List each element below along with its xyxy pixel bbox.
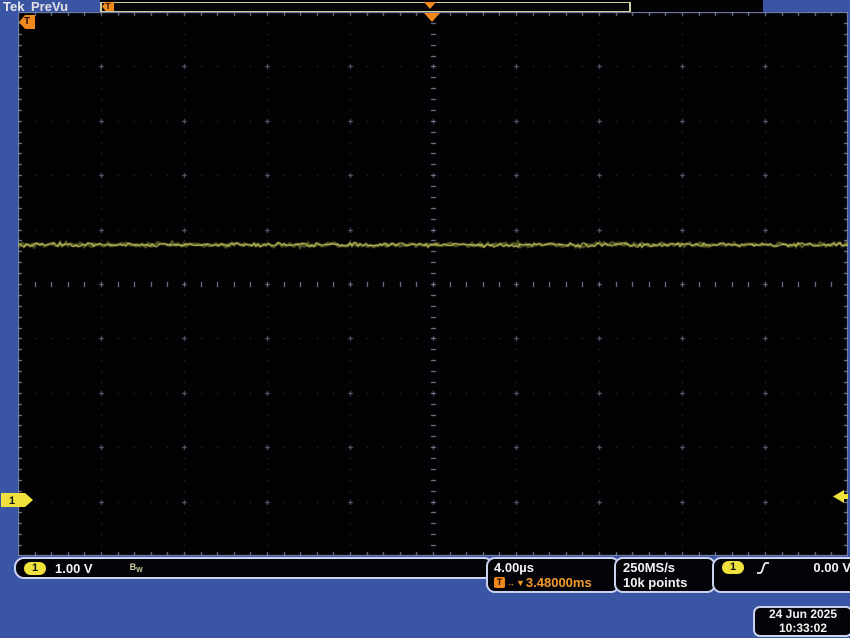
trigger-source-badge: 1	[722, 561, 744, 574]
horizontal-scale: 4.00µs	[494, 560, 612, 575]
record-bar-window-marker-icon[interactable]	[424, 2, 436, 9]
channel1-scale: 1.00 V	[55, 561, 93, 576]
graticule-display	[18, 12, 848, 556]
record-view-bar[interactable]	[100, 2, 631, 12]
channel1-ground-marker-icon[interactable]: 1	[1, 493, 34, 507]
trigger-delay-value: 3.48000ms	[526, 575, 592, 590]
trigger-readout[interactable]: 1 0.00 V	[712, 557, 850, 593]
record-length: 10k points	[623, 575, 707, 590]
triangle-down-icon: ▼	[516, 578, 525, 588]
date-value: 24 Jun 2025	[759, 608, 847, 622]
trigger-flag-icon: T	[494, 577, 505, 588]
expansion-point-icon[interactable]	[424, 13, 440, 22]
trigger-delay-row: T→▼3.48000ms	[494, 575, 612, 590]
trigger-level-value: 0.00 V	[813, 560, 850, 575]
arrow-right-icon: →	[506, 578, 515, 588]
channel1-badge: 1	[24, 562, 46, 575]
record-window-bracket-right	[629, 3, 631, 11]
acquisition-readout[interactable]: 250MS/s 10k points	[614, 557, 716, 593]
horizontal-readout[interactable]: 4.00µs T→▼3.48000ms	[486, 557, 620, 593]
datetime-readout: 24 Jun 2025 10:33:02	[753, 606, 850, 637]
record-window-bracket-left	[100, 3, 102, 11]
trigger-level-arrow-icon[interactable]	[833, 490, 848, 503]
bandwidth-indicator-icon: BW	[130, 562, 143, 574]
rising-edge-slope-icon	[756, 561, 770, 575]
ground-marker-label: 1	[9, 495, 15, 507]
sample-rate: 250MS/s	[623, 560, 707, 575]
channel1-readout[interactable]: 1 1.00 V BW	[14, 557, 494, 579]
time-value: 10:33:02	[759, 622, 847, 636]
